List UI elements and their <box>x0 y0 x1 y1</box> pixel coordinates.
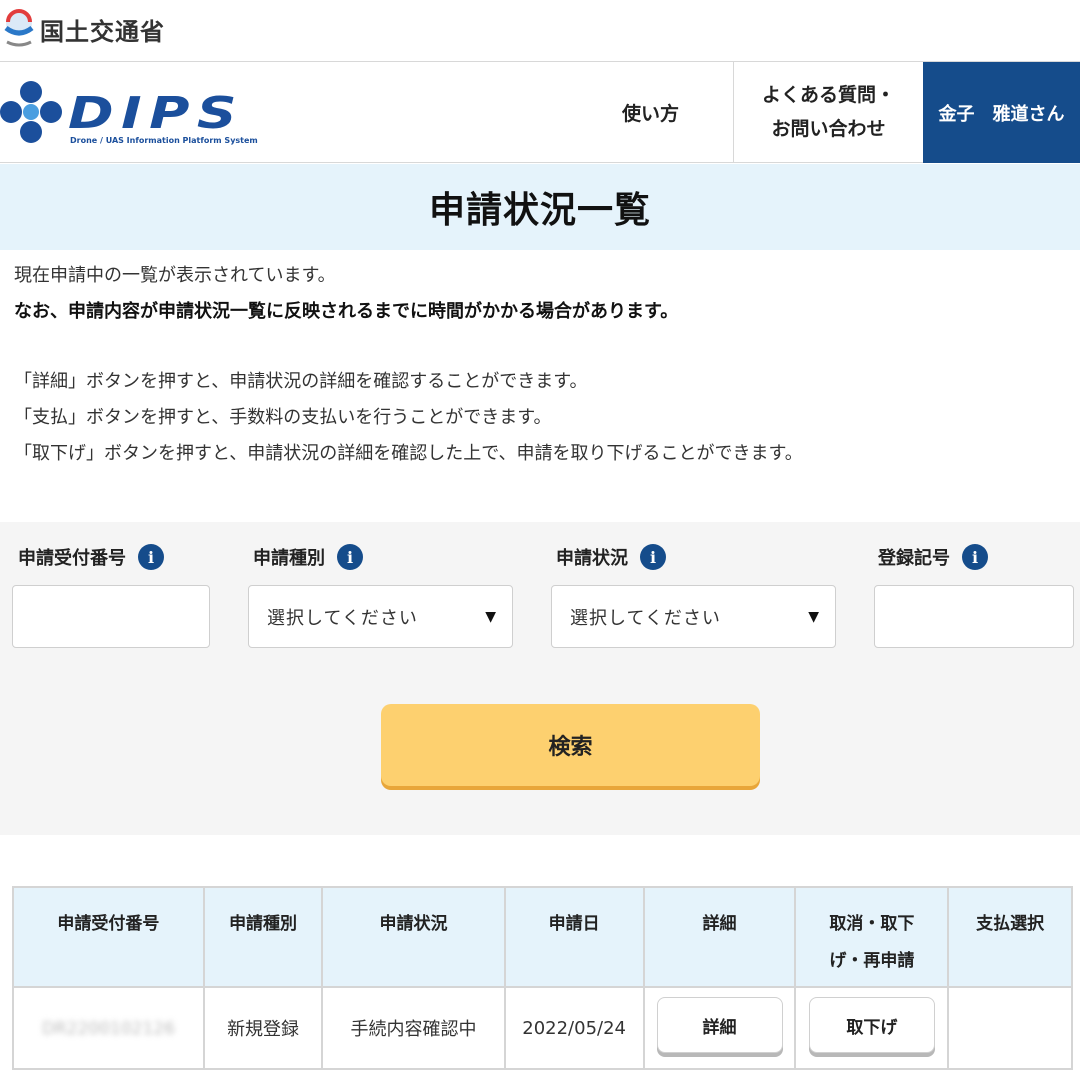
info-icon[interactable]: i <box>337 544 363 570</box>
info-icon[interactable]: i <box>138 544 164 570</box>
col-header-cancel-line2: げ・再申請 <box>829 951 915 971</box>
table-header-row: 申請受付番号 申請種別 申請状況 申請日 詳細 取消・取下 げ・再申請 支払選択 <box>12 886 1073 988</box>
info-line-4: 「支払」ボタンを押すと、手数料の支払いを行うことができます。 <box>14 407 552 428</box>
label-receipt-no-text: 申請受付番号 <box>18 548 126 569</box>
dips-mark-icon <box>0 81 62 143</box>
dips-logo-text: DIPS <box>68 88 245 139</box>
search-panel: 申請受付番号 i 申請種別 i 申請状況 i 登録記号 i 選択してください ▼… <box>0 522 1080 835</box>
info-text: 現在申請中の一覧が表示されています。 なお、申請内容が申請状況一覧に反映されるま… <box>14 258 803 472</box>
col-header-date: 申請日 <box>503 886 645 988</box>
dips-logo[interactable]: DIPS Drone / UAS Information Platform Sy… <box>0 78 260 148</box>
search-button[interactable]: 検索 <box>381 704 760 786</box>
caret-down-icon: ▼ <box>485 608 496 625</box>
cell-detail: 詳細 <box>642 986 797 1070</box>
col-header-cancel-line1: 取消・取下 <box>829 914 915 934</box>
info-line-2: なお、申請内容が申請状況一覧に反映されるまでに時間がかかる場合があります。 <box>14 301 679 322</box>
cell-withdraw: 取下げ <box>794 986 950 1070</box>
info-line-3: 「詳細」ボタンを押すと、申請状況の詳細を確認することができます。 <box>14 371 588 392</box>
col-header-receipt-no: 申請受付番号 <box>12 886 205 988</box>
info-icon[interactable]: i <box>962 544 988 570</box>
info-icon[interactable]: i <box>640 544 666 570</box>
cell-date: 2022/05/24 <box>503 986 645 1070</box>
col-header-cancel: 取消・取下 げ・再申請 <box>794 886 950 988</box>
title-band: 申請状況一覧 <box>0 164 1080 250</box>
table-row: DR2200102126 新規登録 手続内容確認中 2022/05/24 詳細 … <box>12 986 1073 1070</box>
nav-faq[interactable]: よくある質問・ お問い合わせ <box>733 62 923 162</box>
cell-payment <box>947 986 1073 1070</box>
label-status: 申請状況 i <box>556 544 666 570</box>
label-type: 申請種別 i <box>253 544 363 570</box>
status-select[interactable]: 選択してください ▼ <box>551 585 836 648</box>
col-header-type: 申請種別 <box>202 886 324 988</box>
info-line-1: 現在申請中の一覧が表示されています。 <box>14 265 336 286</box>
nav-faq-line1: よくある質問・ <box>761 84 895 106</box>
label-receipt-no: 申請受付番号 i <box>18 544 164 570</box>
page-title: 申請状況一覧 <box>428 190 651 231</box>
user-menu[interactable]: 金子 雅道さん <box>923 62 1080 163</box>
label-type-text: 申請種別 <box>253 548 325 569</box>
receipt-no-input[interactable] <box>12 585 210 648</box>
type-select-value: 選択してください <box>267 607 418 629</box>
ministry-bar: 国土交通省 <box>0 0 1080 62</box>
caret-down-icon: ▼ <box>808 608 819 625</box>
info-line-5: 「取下げ」ボタンを押すと、申請状況の詳細を確認した上で、申請を取り下げることがで… <box>14 443 803 464</box>
nav-faq-line2: お問い合わせ <box>771 118 886 140</box>
label-status-text: 申請状況 <box>556 548 628 569</box>
dips-logo-subtitle: Drone / UAS Information Platform System <box>70 136 258 145</box>
withdraw-button[interactable]: 取下げ <box>808 997 935 1053</box>
detail-button[interactable]: 詳細 <box>656 997 783 1053</box>
col-header-detail: 詳細 <box>642 886 797 988</box>
site-header: DIPS Drone / UAS Information Platform Sy… <box>0 62 1080 163</box>
receipt-no-value: DR2200102126 <box>41 1018 175 1039</box>
col-header-status: 申請状況 <box>321 886 506 988</box>
cell-status: 手続内容確認中 <box>321 986 506 1070</box>
cell-type: 新規登録 <box>202 986 324 1070</box>
mlit-logo-icon <box>4 9 34 47</box>
status-select-value: 選択してください <box>570 607 721 629</box>
ministry-name: 国土交通省 <box>40 18 165 46</box>
label-reg-no: 登録記号 i <box>878 544 988 570</box>
label-reg-no-text: 登録記号 <box>878 548 950 569</box>
col-header-payment: 支払選択 <box>947 886 1073 988</box>
nav-howto[interactable]: 使い方 <box>568 62 733 162</box>
type-select[interactable]: 選択してください ▼ <box>248 585 513 648</box>
reg-no-input[interactable] <box>874 585 1074 648</box>
results-table: 申請受付番号 申請種別 申請状況 申請日 詳細 取消・取下 げ・再申請 支払選択… <box>12 886 1073 1070</box>
cell-receipt-no: DR2200102126 <box>12 986 205 1070</box>
